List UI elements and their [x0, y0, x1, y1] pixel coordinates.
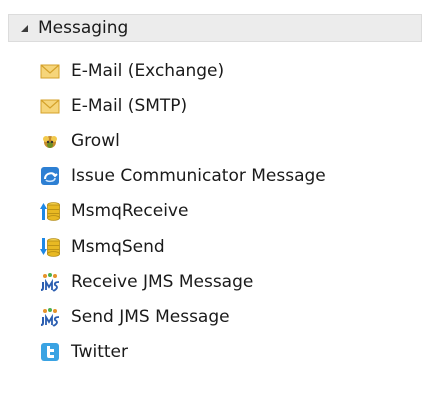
item-label: Issue Communicator Message [71, 166, 326, 187]
tree-item-growl[interactable]: Growl [0, 123, 440, 158]
item-label: Send JMS Message [71, 306, 230, 327]
tree-item-msmq-send[interactable]: MsmqSend [0, 229, 440, 264]
envelope-icon [39, 95, 61, 117]
item-label: E-Mail (SMTP) [71, 95, 188, 116]
jms-icon [39, 306, 61, 328]
tree-item-twitter[interactable]: Twitter [0, 335, 440, 370]
envelope-icon [39, 60, 61, 82]
group-label: Messaging [38, 18, 129, 38]
tree-item-msmq-receive[interactable]: MsmqReceive [0, 194, 440, 229]
growl-icon [39, 130, 61, 152]
tree-item-receive-jms[interactable]: Receive JMS Message [0, 264, 440, 299]
tree-item-issue-communicator[interactable]: Issue Communicator Message [0, 159, 440, 194]
tree-item-email-exchange[interactable]: E-Mail (Exchange) [0, 53, 440, 88]
expander-triangle-icon[interactable] [21, 24, 28, 32]
item-label: Twitter [71, 342, 128, 363]
tree-item-email-smtp[interactable]: E-Mail (SMTP) [0, 88, 440, 123]
messaging-items-list: E-Mail (Exchange) E-Mail (SMTP) Growl Is… [0, 53, 440, 370]
item-label: Growl [71, 130, 120, 151]
item-label: Receive JMS Message [71, 271, 254, 292]
item-label: MsmqReceive [71, 201, 189, 222]
communicator-icon [39, 165, 61, 187]
msmq-send-icon [39, 236, 61, 258]
item-label: MsmqSend [71, 236, 165, 257]
item-label: E-Mail (Exchange) [71, 60, 225, 81]
messaging-group-header[interactable]: Messaging [8, 14, 422, 42]
toolbox-tree: Messaging E-Mail (Exchange) E-Mail (SMTP… [0, 0, 440, 395]
tree-item-send-jms[interactable]: Send JMS Message [0, 299, 440, 334]
twitter-icon [39, 341, 61, 363]
msmq-receive-icon [39, 200, 61, 222]
jms-icon [39, 271, 61, 293]
